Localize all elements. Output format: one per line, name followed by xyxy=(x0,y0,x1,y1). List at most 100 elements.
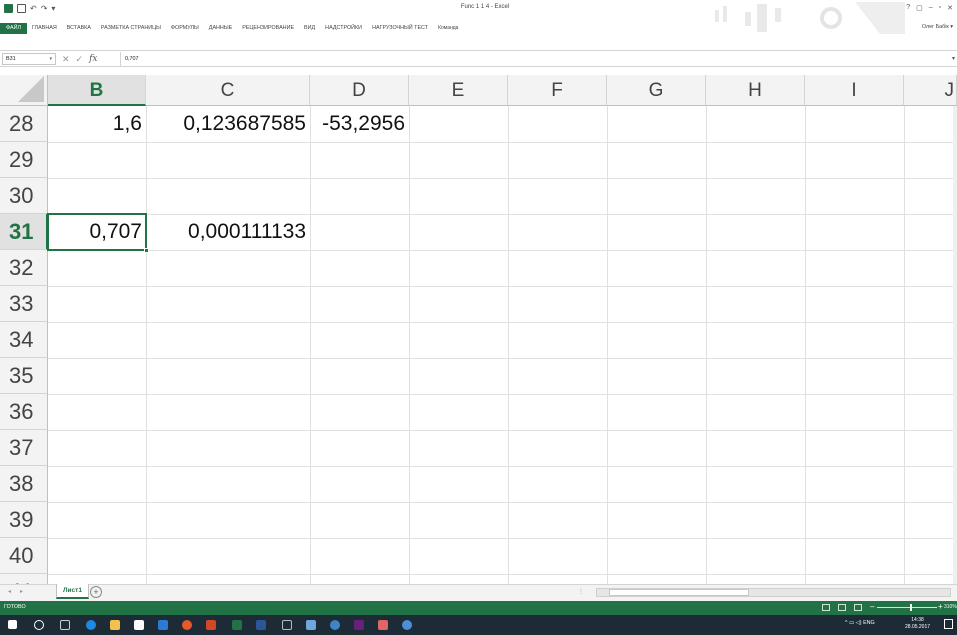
close-icon[interactable]: ✕ xyxy=(947,4,953,12)
column-header-e[interactable]: E xyxy=(409,75,508,106)
prev-sheet-icon[interactable]: ◂ xyxy=(8,588,11,595)
row-header-30[interactable]: 30 xyxy=(0,178,48,214)
column-header-c[interactable]: C xyxy=(146,75,310,106)
restore-icon[interactable]: ▫ xyxy=(939,4,941,12)
clock[interactable]: 14:38 28.05.2017 xyxy=(905,617,930,631)
horizontal-scrollbar[interactable] xyxy=(596,588,951,597)
more-options-icon[interactable]: ⋮ xyxy=(578,588,584,595)
tab-insert[interactable]: ВСТАВКА xyxy=(62,23,96,34)
row-header-33[interactable]: 33 xyxy=(0,286,48,322)
tab-formulas[interactable]: ФОРМУЛЫ xyxy=(166,23,204,34)
active-cell-border xyxy=(47,213,149,253)
cancel-icon[interactable]: ✕ xyxy=(62,54,70,65)
select-all-button[interactable] xyxy=(0,75,48,106)
column-header-f[interactable]: F xyxy=(508,75,607,106)
row-header-34[interactable]: 34 xyxy=(0,322,48,358)
app5-icon[interactable] xyxy=(402,620,412,630)
cell-c28[interactable]: 0,123687585 xyxy=(146,106,310,142)
visual-studio-icon[interactable] xyxy=(354,620,364,630)
column-header-d[interactable]: D xyxy=(310,75,409,106)
quick-access-toolbar: ↶ ↷ ▾ xyxy=(4,4,55,13)
user-account[interactable]: Олег Бабік ▾ xyxy=(922,24,953,30)
row-header-40[interactable]: 40 xyxy=(0,538,48,574)
tab-addins[interactable]: НАДСТРОЙКИ xyxy=(320,23,367,34)
sheet-tab-1[interactable]: Лист1 xyxy=(56,584,89,599)
save-icon[interactable] xyxy=(17,4,26,13)
row-header-37[interactable]: 37 xyxy=(0,430,48,466)
store-icon[interactable] xyxy=(134,620,144,630)
cell-c31[interactable]: 0,000111133 xyxy=(146,214,310,250)
column-header-h[interactable]: H xyxy=(706,75,805,106)
expand-formula-bar-icon[interactable]: ▾ xyxy=(952,55,955,62)
redo-icon[interactable]: ↷ xyxy=(41,4,48,13)
name-box[interactable]: B31 ▾ xyxy=(2,53,56,65)
minimize-icon[interactable]: – xyxy=(929,4,933,12)
chrome-icon[interactable] xyxy=(182,620,192,630)
zoom-slider-thumb[interactable] xyxy=(910,604,912,611)
app2-icon[interactable] xyxy=(306,620,316,630)
row-header-39[interactable]: 39 xyxy=(0,502,48,538)
row-header-38[interactable]: 38 xyxy=(0,466,48,502)
tab-home[interactable]: ГЛАВНАЯ xyxy=(27,23,62,34)
tab-view[interactable]: ВИД xyxy=(299,23,320,34)
row-header-31[interactable]: 31 xyxy=(0,214,48,250)
column-header-j[interactable]: J xyxy=(904,75,957,106)
formula-input[interactable]: 0,707 xyxy=(120,52,947,66)
search-icon[interactable] xyxy=(34,620,44,630)
page-break-view-icon[interactable] xyxy=(854,604,862,611)
enter-icon[interactable]: ✓ xyxy=(76,54,84,65)
chevron-down-icon[interactable]: ▾ xyxy=(49,54,52,65)
edge-browser-icon[interactable] xyxy=(86,620,96,630)
file-explorer-icon[interactable] xyxy=(110,620,120,630)
worksheet-grid: B C D E F G H I J 28 29 30 31 32 33 34 3… xyxy=(0,67,957,584)
fill-handle[interactable] xyxy=(144,248,149,253)
app4-icon[interactable] xyxy=(378,620,388,630)
column-header-g[interactable]: G xyxy=(607,75,706,106)
row-header-28[interactable]: 28 xyxy=(0,106,48,142)
row-header-35[interactable]: 35 xyxy=(0,358,48,394)
input-language[interactable]: ENG xyxy=(863,620,875,626)
column-header-b[interactable]: B xyxy=(48,75,146,106)
insert-function-icon[interactable]: fx xyxy=(89,54,97,64)
customize-qat-icon[interactable]: ▾ xyxy=(51,4,55,13)
tab-review[interactable]: РЕЦЕНЗИРОВАНИЕ xyxy=(237,23,299,34)
excel-icon[interactable] xyxy=(232,620,242,630)
powerpoint-icon[interactable] xyxy=(206,620,216,630)
task-view-icon[interactable] xyxy=(60,620,70,630)
column-header-i[interactable]: I xyxy=(805,75,904,106)
row-header-29[interactable]: 29 xyxy=(0,142,48,178)
notifications-icon[interactable] xyxy=(944,619,953,629)
tab-load-test[interactable]: НАГРУЗОЧНЫЙ ТЕСТ xyxy=(367,23,433,34)
zoom-in-icon[interactable]: + xyxy=(938,602,943,611)
vertical-scrollbar[interactable] xyxy=(953,106,957,584)
ribbon-display-icon[interactable]: ▢ xyxy=(916,4,923,12)
windows-start-icon[interactable] xyxy=(8,620,17,629)
zoom-out-icon[interactable]: – xyxy=(870,602,874,611)
help-icon[interactable]: ? xyxy=(906,4,910,12)
zoom-level[interactable]: 310% xyxy=(944,604,957,610)
zoom-slider[interactable] xyxy=(877,607,937,608)
app-icon[interactable] xyxy=(158,620,168,630)
cell-b28[interactable]: 1,6 xyxy=(48,106,146,142)
row-header-32[interactable]: 32 xyxy=(0,250,48,286)
horizontal-scroll-thumb[interactable] xyxy=(609,589,749,596)
app3-icon[interactable] xyxy=(330,620,340,630)
add-sheet-icon[interactable]: + xyxy=(90,586,102,598)
tab-team[interactable]: Команда xyxy=(433,23,463,34)
row-header-41[interactable]: 41 xyxy=(0,574,48,584)
window-title: Func 1 1 4 - Excel xyxy=(460,4,510,10)
page-layout-view-icon[interactable] xyxy=(838,604,846,611)
formula-buttons: ✕ ✓ fx xyxy=(62,52,98,66)
cell-d28[interactable]: -53,2956 xyxy=(310,106,409,142)
undo-icon[interactable]: ↶ xyxy=(30,4,37,13)
tab-data[interactable]: ДАННЫЕ xyxy=(204,23,237,34)
row-header-36[interactable]: 36 xyxy=(0,394,48,430)
normal-view-icon[interactable] xyxy=(822,604,830,611)
infinity-app-icon[interactable] xyxy=(282,620,292,630)
tab-page-layout[interactable]: РАЗМЕТКА СТРАНИЦЫ xyxy=(96,23,166,34)
status-bar: ГОТОВО – + 310% xyxy=(0,601,957,615)
next-sheet-icon[interactable]: ▸ xyxy=(20,588,23,595)
tab-file[interactable]: ФАЙЛ xyxy=(0,23,27,34)
word-icon[interactable] xyxy=(256,620,266,630)
system-tray[interactable]: ^ ▭ ◁) ENG xyxy=(845,620,875,626)
